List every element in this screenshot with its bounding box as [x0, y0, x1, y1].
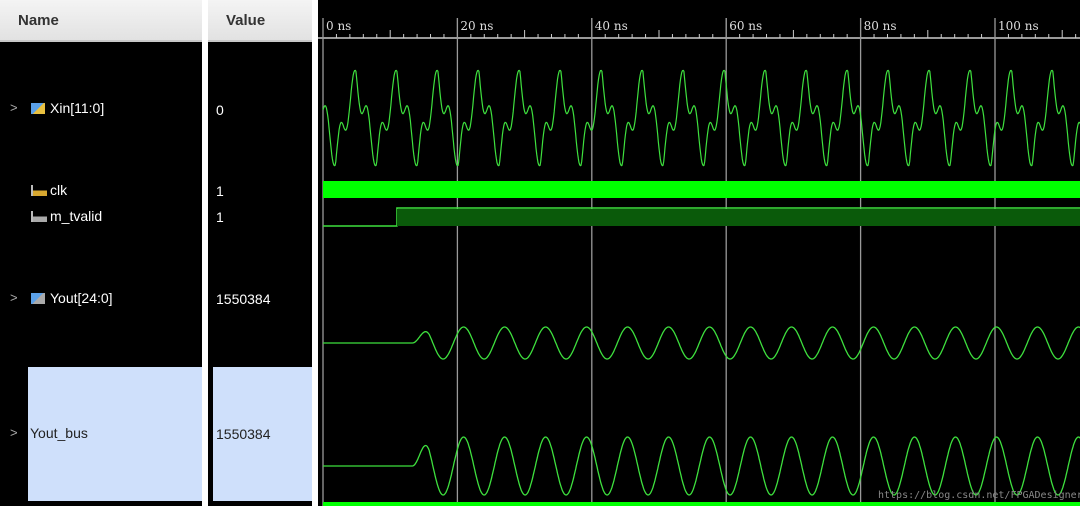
expand-chevron-icon[interactable]: >	[10, 425, 18, 440]
signal-row-yout-bus[interactable]: > Yout_bus	[0, 367, 202, 501]
time-label: 20 ns	[460, 19, 493, 33]
time-label: 40 ns	[595, 19, 628, 33]
bit-signal-icon	[31, 185, 47, 196]
m-tvalid-fill	[396, 209, 1080, 226]
signal-row-yout[interactable]: > Yout[24:0]	[0, 290, 202, 312]
signal-row-m-tvalid[interactable]: m_tvalid	[0, 208, 202, 228]
xin-waveform	[322, 69, 1080, 167]
yout-waveform	[323, 326, 1080, 360]
value-header[interactable]: Value	[208, 0, 312, 42]
value-column: Value 0 1 1 1550384 1550384	[208, 0, 312, 506]
bit-signal-icon	[31, 211, 47, 222]
bus-icon	[31, 293, 45, 304]
bottom-signal-bar	[323, 502, 1080, 506]
value-yout-bus: 1550384	[213, 367, 312, 501]
clk-waveform	[323, 181, 1080, 198]
expand-chevron-icon[interactable]: >	[10, 100, 18, 115]
yout-bus-waveform	[323, 436, 1080, 496]
bus-icon	[31, 103, 45, 114]
name-header[interactable]: Name	[0, 0, 202, 42]
waveform-panel[interactable]: 0 ns 20 ns 40 ns 60 ns 80 ns 100 ns https://b…	[318, 0, 1080, 506]
signal-row-xin[interactable]: > Xin[11:0]	[0, 100, 202, 122]
selection-highlight: Yout_bus	[28, 367, 202, 501]
time-label: 100 ns	[998, 19, 1039, 33]
time-label: 60 ns	[729, 19, 762, 33]
signal-row-clk[interactable]: clk	[0, 182, 202, 202]
time-label: 0 ns	[326, 19, 351, 33]
watermark: https://blog.csdn.net/FPGADesigner	[878, 490, 1080, 501]
time-label: 80 ns	[864, 19, 897, 33]
name-column: Name > Xin[11:0] clk m_tvalid > Yout[24:…	[0, 0, 202, 506]
expand-chevron-icon[interactable]: >	[10, 290, 18, 305]
